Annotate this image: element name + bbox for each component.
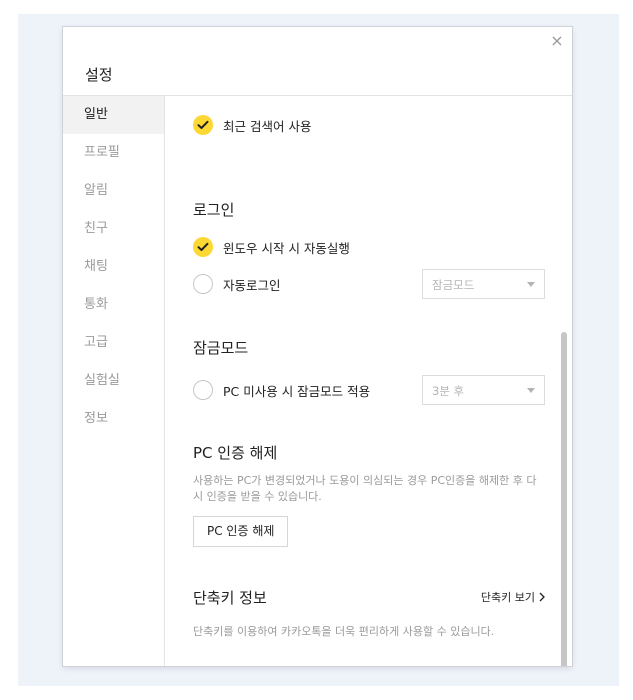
sidebar-item-notifications[interactable]: 알림 <box>63 172 164 210</box>
pc-auth-description: 사용하는 PC가 변경되었거나 도용이 의심되는 경우 PC인증을 해제한 후 … <box>193 474 537 503</box>
recent-search-label: 최근 검색어 사용 <box>223 118 312 134</box>
content-scrollbar[interactable] <box>561 332 567 666</box>
shortcut-view-link[interactable]: 단축키 보기 <box>481 589 545 605</box>
shortcut-description: 단축키를 이용하여 카카오톡을 더욱 편리하게 사용할 수 있습니다. <box>193 625 495 638</box>
auto-login-mode-value: 잠금모드 <box>432 278 475 292</box>
login-section-title: 로그인 <box>193 201 235 219</box>
pc-auth-section-title: PC 인증 해제 <box>193 444 278 462</box>
close-button[interactable]: × <box>548 32 566 50</box>
sidebar-item-advanced[interactable]: 고급 <box>63 324 164 362</box>
idle-lock-time-value: 3분 후 <box>432 384 465 398</box>
checkmark-icon <box>197 120 209 129</box>
dialog-title: 설정 <box>85 66 113 84</box>
windows-startup-checkbox[interactable] <box>193 237 213 257</box>
windows-startup-option[interactable]: 윈도우 시작 시 자동실행 <box>193 237 350 257</box>
idle-lock-label: PC 미사용 시 잠금모드 적용 <box>223 383 371 399</box>
sidebar-item-call[interactable]: 통화 <box>63 286 164 324</box>
auto-login-option[interactable]: 자동로그인 <box>193 274 281 294</box>
sidebar-item-chat[interactable]: 채팅 <box>63 248 164 286</box>
sidebar-item-profile[interactable]: 프로필 <box>63 134 164 172</box>
lock-mode-section-title: 잠금모드 <box>193 339 249 357</box>
auto-login-checkbox[interactable] <box>193 274 213 294</box>
windows-startup-label: 윈도우 시작 시 자동실행 <box>223 240 350 256</box>
dropdown-caret-icon <box>527 282 535 287</box>
idle-lock-time-select[interactable]: 3분 후 <box>422 375 545 405</box>
idle-lock-checkbox[interactable] <box>193 380 213 400</box>
shortcut-view-label: 단축키 보기 <box>480 591 535 604</box>
recent-search-option[interactable]: 최근 검색어 사용 <box>193 115 311 135</box>
sidebar-item-lab[interactable]: 실험실 <box>63 362 164 400</box>
sidebar-item-general[interactable]: 일반 <box>63 96 164 134</box>
shortcut-section-title: 단축키 정보 <box>193 589 267 607</box>
chevron-right-icon <box>539 592 545 602</box>
sidebar-item-info[interactable]: 정보 <box>63 400 164 438</box>
settings-content: 최근 검색어 사용 로그인 윈도우 시작 시 자동실행 자동로그인 잠금모드 잠… <box>165 96 572 666</box>
recent-search-checkbox[interactable] <box>193 115 213 135</box>
auto-login-mode-select[interactable]: 잠금모드 <box>422 269 545 299</box>
settings-dialog: × 설정 일반 프로필 알림 친구 채팅 통화 고급 실험실 정보 최근 검색어… <box>63 27 572 666</box>
sidebar-item-friends[interactable]: 친구 <box>63 210 164 248</box>
close-icon[interactable]: × <box>550 31 563 50</box>
idle-lock-option[interactable]: PC 미사용 시 잠금모드 적용 <box>193 380 370 400</box>
pc-auth-reset-button[interactable]: PC 인증 해제 <box>193 516 289 547</box>
auto-login-label: 자동로그인 <box>223 277 281 293</box>
settings-sidebar: 일반 프로필 알림 친구 채팅 통화 고급 실험실 정보 <box>63 96 165 666</box>
dropdown-caret-icon <box>527 388 535 393</box>
checkmark-icon <box>197 242 209 251</box>
